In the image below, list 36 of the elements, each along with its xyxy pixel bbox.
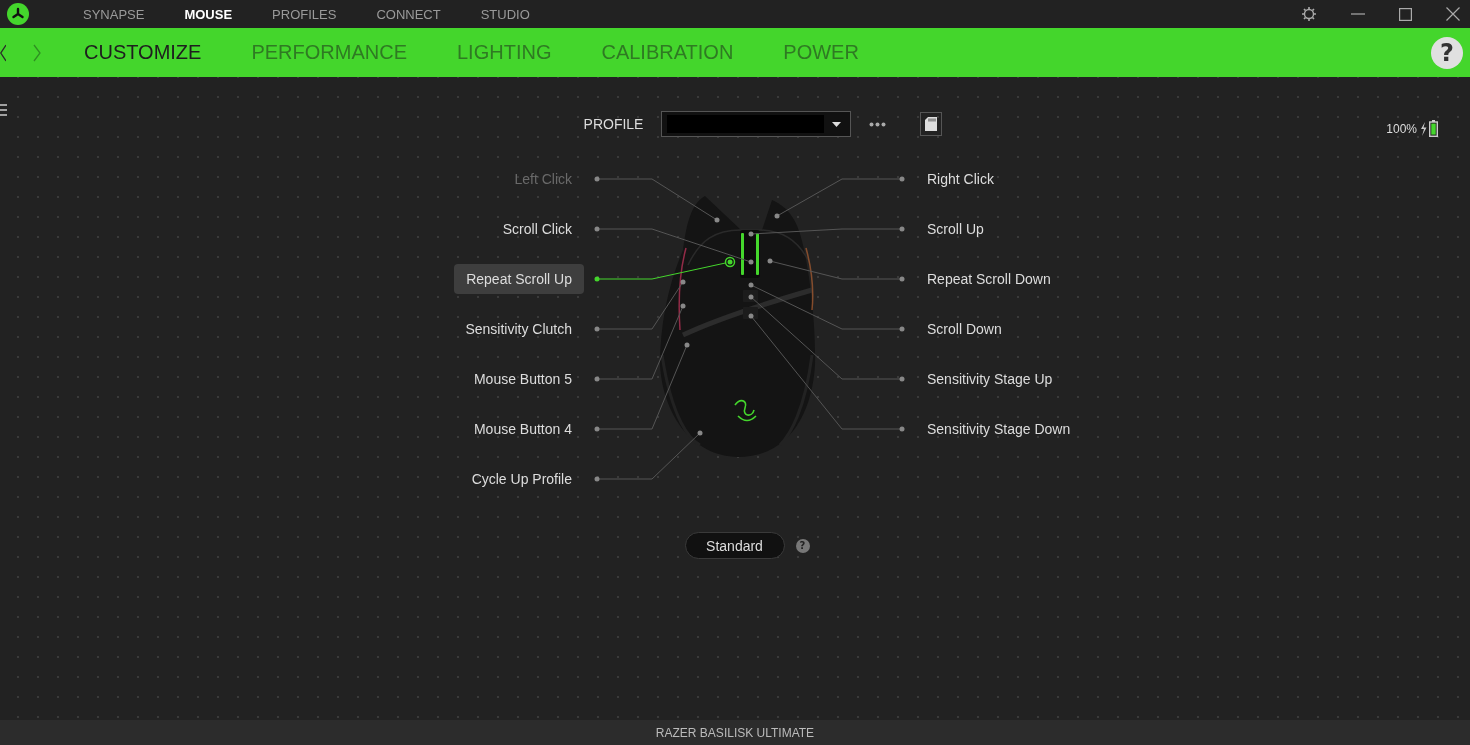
button-assignment[interactable]: Repeat Scroll Down [915, 264, 1063, 294]
battery-icon [1429, 120, 1438, 137]
mode-button[interactable]: Standard [684, 532, 785, 559]
nav-tab[interactable]: CONNECT [376, 6, 441, 22]
device-name: RAZER BASILISK ULTIMATE [655, 725, 815, 740]
caret-icon [832, 121, 842, 127]
settings-icon[interactable] [1301, 6, 1317, 22]
profile-label: PROFILE [583, 116, 644, 132]
button-assignment[interactable]: Mouse Button 4 [461, 414, 584, 444]
profile-dropdown[interactable] [661, 111, 852, 137]
menu-icon[interactable] [0, 104, 7, 116]
nav-tab[interactable]: PROFILES [272, 6, 337, 22]
memory-card-button[interactable] [920, 112, 943, 136]
button-assignment[interactable]: Right Click [915, 164, 1006, 194]
button-assignment[interactable]: Sensitivity Stage Down [915, 414, 1083, 444]
nav-tab[interactable]: MOUSE [184, 6, 233, 22]
back-icon[interactable] [0, 43, 6, 62]
close-icon[interactable] [1446, 7, 1460, 21]
help-button[interactable]: ? [1431, 36, 1463, 69]
button-assignment[interactable]: Scroll Up [915, 214, 996, 244]
nav-tab[interactable]: SYNAPSE [83, 6, 145, 22]
battery-reading: 100% [1386, 121, 1417, 136]
help-icon[interactable]: ? [795, 538, 810, 553]
button-assignment[interactable]: Sensitivity Clutch [453, 314, 584, 344]
button-assignment[interactable]: Mouse Button 5 [461, 364, 584, 394]
maximize-icon[interactable] [1399, 7, 1412, 21]
memory-card-icon [925, 117, 938, 131]
more-icon[interactable] [869, 121, 887, 127]
section-tab[interactable]: CUSTOMIZE [84, 41, 202, 64]
button-assignment[interactable]: Scroll Down [915, 314, 1014, 344]
button-assignment[interactable]: Sensitivity Stage Up [915, 364, 1065, 394]
button-assignment[interactable]: Scroll Click [490, 214, 584, 244]
nav-tab[interactable]: STUDIO [480, 6, 530, 22]
button-assignment[interactable]: Repeat Scroll Up [454, 264, 584, 294]
button-assignment[interactable]: Cycle Up Profile [459, 464, 584, 494]
logo-icon[interactable] [7, 3, 29, 25]
